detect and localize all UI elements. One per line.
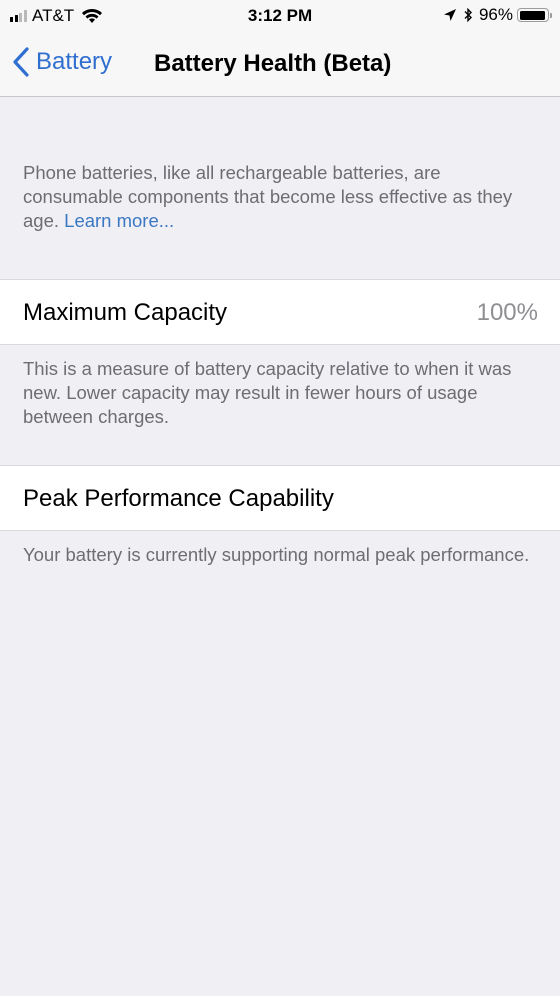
chevron-left-icon — [13, 47, 29, 77]
peak-performance-row: Peak Performance Capability — [0, 465, 560, 531]
maximum-capacity-footer: This is a measure of battery capacity re… — [23, 358, 512, 427]
bluetooth-icon — [464, 7, 472, 23]
location-arrow-icon — [443, 9, 456, 21]
maximum-capacity-label: Maximum Capacity — [23, 299, 228, 326]
battery-tip — [550, 12, 552, 18]
back-button-label: Battery — [36, 48, 113, 75]
learn-more-link[interactable]: Learn more... — [64, 210, 174, 231]
peak-performance-footer: Your battery is currently supporting nor… — [23, 544, 530, 565]
battery-level-fill — [519, 10, 546, 20]
back-button[interactable]: Battery — [12, 46, 112, 78]
navigation-bar: Battery Battery Health (Beta) — [0, 32, 560, 97]
maximum-capacity-value: 100% — [476, 299, 538, 326]
status-bar: AT&T 3:12 PM 96% — [0, 0, 560, 32]
page-title: Battery Health (Beta) — [154, 50, 392, 77]
maximum-capacity-row: Maximum Capacity 100% — [0, 279, 560, 345]
battery-icon — [517, 8, 549, 22]
status-right: 96% — [443, 5, 552, 25]
battery-percent: 96% — [478, 5, 513, 24]
peak-performance-label: Peak Performance Capability — [23, 485, 334, 512]
intro-description: Phone batteries, like all rechargeable b… — [23, 161, 538, 233]
